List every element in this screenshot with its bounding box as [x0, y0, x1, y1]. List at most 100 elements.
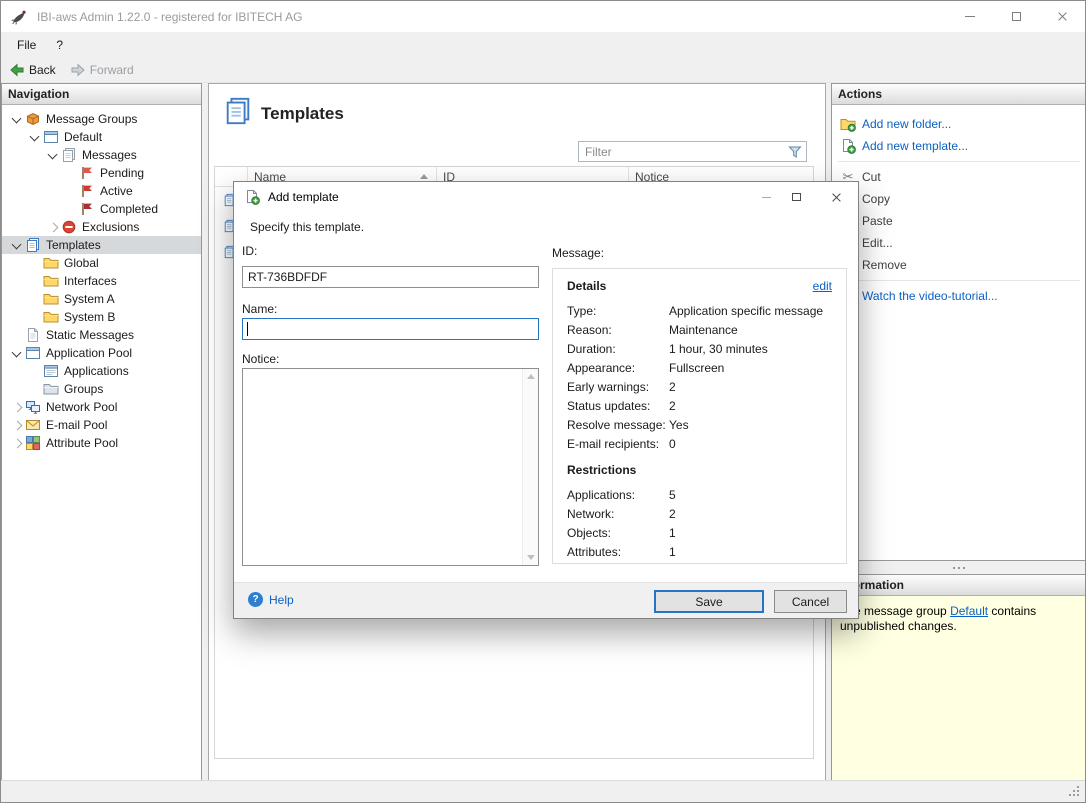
tree-item-system-b[interactable]: System B: [2, 308, 201, 326]
chevron-down-icon[interactable]: [10, 346, 24, 360]
tree-item-static-messages[interactable]: Static Messages: [2, 326, 201, 344]
filter-box: [578, 141, 807, 162]
tree-item-application-pool[interactable]: Application Pool: [2, 344, 201, 362]
tree-item-groups[interactable]: Groups: [2, 380, 201, 398]
filter-funnel-icon[interactable]: [787, 144, 803, 160]
templates-page-icon: [223, 96, 253, 126]
tree-item-interfaces[interactable]: Interfaces: [2, 272, 201, 290]
indent-spacer: [64, 202, 78, 216]
restriction-label: Attributes:: [567, 545, 669, 559]
scroll-up-icon[interactable]: [527, 374, 535, 379]
tree-item-attribute-pool[interactable]: Attribute Pool: [2, 434, 201, 452]
minimize-button[interactable]: [947, 1, 993, 32]
restriction-value: 2: [669, 507, 676, 521]
tree-item-message-groups[interactable]: Message Groups: [2, 110, 201, 128]
tree-item-exclusions[interactable]: Exclusions: [2, 218, 201, 236]
tree-item-messages[interactable]: Messages: [2, 146, 201, 164]
resize-grip-icon[interactable]: [1068, 785, 1081, 798]
restriction-label: Network:: [567, 507, 669, 521]
dialog-close-button[interactable]: [822, 183, 850, 211]
dialog-maximize-button[interactable]: [782, 183, 810, 211]
edit-link[interactable]: edit: [813, 279, 832, 293]
scrollbar[interactable]: [522, 369, 538, 565]
action-cut[interactable]: ✂ Cut: [832, 166, 1086, 188]
template-id-input[interactable]: [242, 266, 539, 288]
forward-button[interactable]: Forward: [70, 62, 134, 78]
action-watch-video-tutorial[interactable]: Watch the video-tutorial...: [832, 285, 1086, 307]
tree-item-network-pool[interactable]: Network Pool: [2, 398, 201, 416]
maximize-button[interactable]: [993, 1, 1039, 32]
detail-label: Early warnings:: [567, 380, 669, 394]
tree-item-default[interactable]: Default: [2, 128, 201, 146]
action-paste[interactable]: Paste: [832, 210, 1086, 232]
action-add-new-folder[interactable]: Add new folder...: [832, 113, 1086, 135]
menu-help[interactable]: ?: [56, 38, 63, 52]
chevron-right-icon[interactable]: [10, 418, 24, 432]
detail-row: Resolve message:Yes: [567, 415, 840, 434]
detail-value: 1 hour, 30 minutes: [669, 342, 768, 356]
folder-icon: [43, 291, 59, 307]
chevron-right-icon[interactable]: [46, 220, 60, 234]
tree-item-pending[interactable]: Pending: [2, 164, 201, 182]
chevron-down-icon[interactable]: [28, 130, 42, 144]
tree-item-completed[interactable]: Completed: [2, 200, 201, 218]
indent-spacer: [28, 382, 42, 396]
close-button[interactable]: [1039, 1, 1085, 32]
tree-item-label: Completed: [100, 202, 158, 216]
tree-item-label: Active: [100, 184, 133, 198]
tree-item-active[interactable]: Active: [2, 182, 201, 200]
dialog-minimize-button[interactable]: [752, 183, 780, 211]
forward-arrow-icon: [70, 62, 86, 78]
tree-item-label: System A: [64, 292, 115, 306]
folder-icon: [43, 255, 59, 271]
tree-item-email-pool[interactable]: E-mail Pool: [2, 416, 201, 434]
tree-item-label: System B: [64, 310, 115, 324]
scroll-down-icon[interactable]: [527, 555, 535, 560]
restriction-value: 1: [669, 526, 676, 540]
add-template-dialog: Add template Specify this template. ID: …: [233, 181, 859, 619]
tree-item-system-a[interactable]: System A: [2, 290, 201, 308]
dialog-title: Add template: [268, 190, 339, 204]
back-button[interactable]: Back: [9, 62, 56, 78]
indent-spacer: [64, 166, 78, 180]
tree-item-global[interactable]: Global: [2, 254, 201, 272]
detail-label: Type:: [567, 304, 669, 318]
chevron-down-icon[interactable]: [10, 238, 24, 252]
filter-input[interactable]: [579, 145, 787, 159]
chevron-down-icon[interactable]: [46, 148, 60, 162]
notice-textarea[interactable]: [243, 369, 521, 565]
panel-splitter[interactable]: [831, 561, 1086, 574]
action-remove[interactable]: × Remove: [832, 254, 1086, 276]
detail-value: 2: [669, 399, 676, 413]
actions-panel: Actions Add new folder... Add new templa…: [831, 83, 1086, 561]
dialog-subtitle: Specify this template.: [250, 220, 364, 234]
tree-item-templates[interactable]: Templates: [2, 236, 201, 254]
maximize-icon: [1012, 12, 1021, 21]
default-group-link[interactable]: Default: [950, 604, 988, 618]
information-panel: Information The message group Default co…: [831, 574, 1086, 781]
help-link[interactable]: ? Help: [248, 592, 294, 607]
window-list-icon: [43, 363, 59, 379]
right-panel: Actions Add new folder... Add new templa…: [831, 83, 1086, 781]
cancel-button[interactable]: Cancel: [774, 590, 847, 613]
folder-plus-icon: [840, 116, 856, 132]
tree-item-label: Static Messages: [46, 328, 134, 342]
tree-item-label: Pending: [100, 166, 144, 180]
action-copy[interactable]: Copy: [832, 188, 1086, 210]
detail-row: Type:Application specific message: [567, 301, 840, 320]
indent-spacer: [28, 364, 42, 378]
save-label: Save: [695, 595, 722, 609]
menu-file[interactable]: File: [17, 38, 36, 52]
template-name-input[interactable]: [242, 318, 539, 340]
save-button[interactable]: Save: [654, 590, 764, 613]
detail-label: Reason:: [567, 323, 669, 337]
action-edit[interactable]: ✎ Edit...: [832, 232, 1086, 254]
back-label: Back: [29, 63, 56, 77]
chevron-right-icon[interactable]: [10, 400, 24, 414]
chevron-down-icon[interactable]: [10, 112, 24, 126]
tree-item-applications[interactable]: Applications: [2, 362, 201, 380]
action-add-new-template[interactable]: Add new template...: [832, 135, 1086, 157]
chevron-right-icon[interactable]: [10, 436, 24, 450]
minimize-icon: [762, 197, 771, 198]
restrictions-rows: Applications:5 Network:2 Objects:1 Attri…: [567, 485, 840, 561]
